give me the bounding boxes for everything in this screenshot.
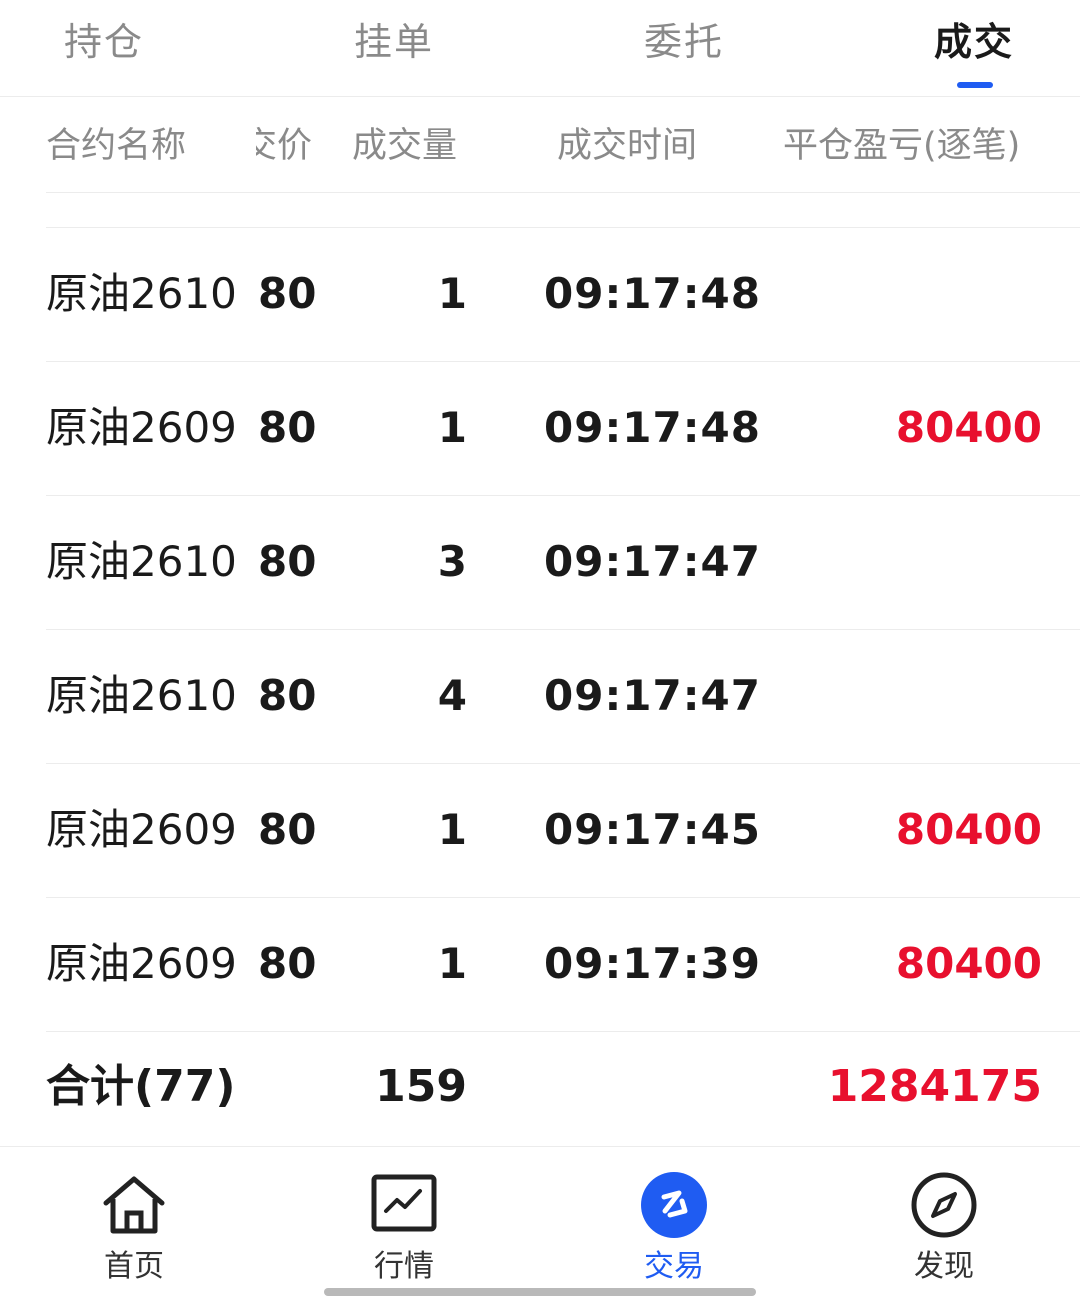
nav-home[interactable]: 首页: [64, 1169, 204, 1285]
nav-trade-label: 交易: [644, 1249, 704, 1284]
trade-time: 09:17:47: [544, 537, 761, 586]
trade-time: 09:17:48: [544, 269, 761, 318]
table-header: 合约名称 成交量 成交时间 平仓盈亏(逐笔): [0, 96, 1080, 192]
column-header-pnl[interactable]: 平仓盈亏(逐笔): [783, 124, 1020, 168]
contract-name: 原油2610: [46, 269, 237, 318]
trade-time: 09:17:45: [544, 805, 761, 854]
close-pnl: 80400: [895, 403, 1042, 452]
trade-price: 80: [258, 403, 317, 452]
trade-time: 09:17:48: [544, 403, 761, 452]
chart-icon: [371, 1174, 437, 1232]
nav-discover-label: 发现: [914, 1249, 974, 1284]
compass-icon: [911, 1172, 977, 1238]
header-divider: [46, 192, 1080, 193]
trade-price: 80: [258, 269, 317, 318]
nav-discover[interactable]: 发现: [874, 1169, 1014, 1285]
nav-market[interactable]: 行情: [334, 1169, 474, 1285]
column-header-price: 成交价: [256, 126, 312, 166]
column-header-volume[interactable]: 成交量: [352, 124, 457, 168]
top-tab-bar: 持仓 挂单 委托 成交: [0, 0, 1080, 97]
trade-screen: 持仓 挂单 委托 成交 合约名称 成交量 成交时间 平仓盈亏(逐笔) 成交价 原…: [0, 0, 1080, 1300]
table-row[interactable]: 原油2609 80 1 09:17:39 80400: [46, 898, 1080, 1032]
table-row[interactable]: 原油2610 80 4 09:17:47: [46, 630, 1080, 764]
trade-price: 80: [258, 671, 317, 720]
total-volume: 159: [375, 1061, 467, 1112]
contract-name: 原油2609: [46, 403, 237, 452]
table-row[interactable]: 原油2609 80 1 09:17:45 80400: [46, 764, 1080, 898]
trade-volume: 4: [437, 671, 467, 720]
trade-volume: 1: [437, 269, 467, 318]
total-pnl: 1284175: [827, 1061, 1042, 1112]
trade-volume: 3: [437, 537, 467, 586]
table-row[interactable]: 原油2610 80 3 09:17:47: [46, 496, 1080, 630]
contract-name: 原油2610: [46, 537, 237, 586]
trade-icon: [641, 1172, 707, 1238]
trade-price: 80: [258, 939, 317, 988]
column-header-time[interactable]: 成交时间: [557, 124, 697, 168]
trade-price: 80: [258, 537, 317, 586]
trade-volume: 1: [437, 403, 467, 452]
trade-volume: 1: [437, 805, 467, 854]
table-row[interactable]: 原油2609 80 1 09:17:48 80400: [46, 362, 1080, 496]
tab-trades[interactable]: 成交: [934, 14, 1014, 70]
trade-volume: 1: [437, 939, 467, 988]
contract-name: 原油2609: [46, 805, 237, 854]
trade-time: 09:17:39: [544, 939, 761, 988]
tab-positions[interactable]: 持仓: [64, 14, 144, 70]
tab-pending-orders[interactable]: 挂单: [354, 14, 434, 70]
trade-price: 80: [258, 805, 317, 854]
tab-orders[interactable]: 委托: [644, 14, 724, 70]
table-row[interactable]: 原油2610 80 1 09:17:48: [46, 228, 1080, 362]
column-header-price-clip[interactable]: 成交价: [256, 124, 312, 168]
close-pnl: 80400: [895, 805, 1042, 854]
home-indicator[interactable]: [324, 1288, 756, 1296]
active-tab-indicator: [957, 82, 993, 88]
nav-market-label: 行情: [374, 1249, 434, 1284]
total-label: 合计(77): [46, 1061, 236, 1112]
home-icon: [103, 1176, 165, 1234]
nav-trade[interactable]: 交易: [604, 1169, 744, 1285]
total-row: 合计(77) 159 1284175: [0, 1026, 1080, 1146]
bottom-nav: 首页 行情 交易 发现: [0, 1146, 1080, 1300]
nav-home-label: 首页: [104, 1249, 164, 1284]
contract-name: 原油2609: [46, 939, 237, 988]
trade-time: 09:17:47: [544, 671, 761, 720]
column-header-name[interactable]: 合约名称: [46, 124, 186, 168]
close-pnl: 80400: [895, 939, 1042, 988]
contract-name: 原油2610: [46, 671, 237, 720]
trade-list: 原油2610 80 1 09:17:48 原油2609 80 1 09:17:4…: [0, 228, 1080, 1032]
